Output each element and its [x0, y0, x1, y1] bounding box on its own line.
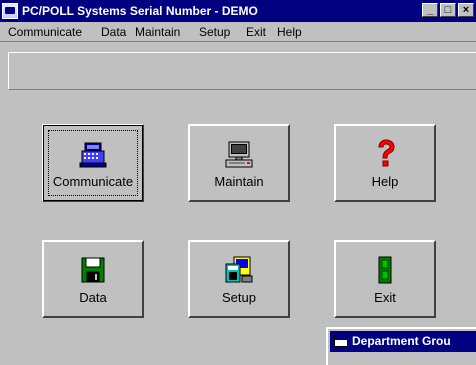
pc-poll-main-window: PC/POLL Systems Serial Number - DEMO _ □…: [0, 0, 476, 365]
exit-label: Exit: [374, 290, 396, 305]
exit-door-icon: [378, 256, 392, 284]
window-controls: _ □ ×: [422, 3, 476, 17]
question-mark-icon: [378, 139, 395, 167]
floppy-disk-icon: [81, 257, 105, 283]
menu-exit[interactable]: Exit: [246, 24, 266, 40]
menu-setup[interactable]: Setup: [199, 24, 230, 40]
maintain-button[interactable]: Maintain: [188, 124, 290, 202]
help-label: Help: [371, 174, 399, 189]
department-group-title: Department Grou: [352, 334, 451, 348]
exit-button[interactable]: Exit: [334, 240, 436, 318]
maximize-button[interactable]: □: [440, 3, 456, 17]
setup-label: Setup: [222, 290, 256, 305]
app-icon[interactable]: [2, 3, 18, 19]
department-group-window[interactable]: Department Grou: [326, 327, 476, 365]
setup-button[interactable]: Setup: [188, 240, 290, 318]
cash-register-icon: [79, 142, 107, 168]
communicate-button[interactable]: Communicate: [42, 124, 144, 202]
menu-maintain[interactable]: Maintain: [135, 24, 180, 40]
window-titlebar[interactable]: PC/POLL Systems Serial Number - DEMO _ □…: [0, 0, 476, 22]
data-label: Data: [79, 290, 107, 305]
maintain-label: Maintain: [214, 174, 264, 189]
minimize-button[interactable]: _: [422, 3, 438, 17]
window-title: PC/POLL Systems Serial Number - DEMO: [22, 4, 258, 18]
menu-bar: Communicate Data Maintain Setup Exit Hel…: [0, 22, 476, 42]
setup-icon: [225, 256, 253, 283]
close-button[interactable]: ×: [458, 3, 474, 17]
menu-help[interactable]: Help: [277, 24, 302, 40]
menu-data[interactable]: Data: [101, 24, 126, 40]
menu-communicate[interactable]: Communicate: [8, 24, 82, 40]
toolbar-area: [8, 52, 476, 90]
window-icon[interactable]: [334, 335, 348, 347]
communicate-label: Communicate: [52, 174, 134, 189]
help-button[interactable]: Help: [334, 124, 436, 202]
computer-icon: [225, 141, 253, 168]
department-group-titlebar[interactable]: Department Grou: [330, 331, 476, 352]
data-button[interactable]: Data: [42, 240, 144, 318]
